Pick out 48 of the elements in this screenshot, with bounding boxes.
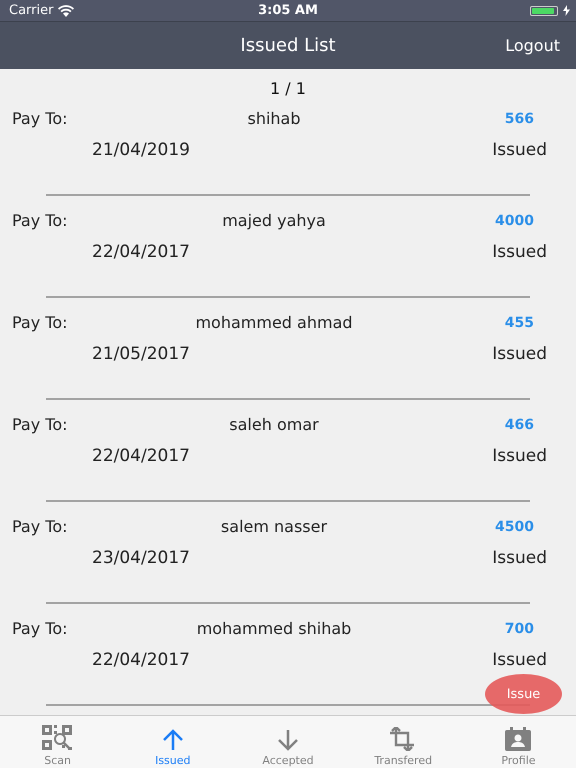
- amount-text: 455: [504, 314, 534, 330]
- payee-name: shihab: [246, 109, 302, 128]
- amount-text: 566: [504, 110, 534, 126]
- payee-name: majed yahya: [221, 211, 327, 230]
- arrow-up-icon: [162, 729, 184, 751]
- arrow-down-icon: [277, 729, 299, 751]
- qr-scan-icon: [42, 725, 74, 751]
- tab-item[interactable]: Transfered: [346, 716, 461, 768]
- pay-to-label: Pay To:: [12, 415, 69, 434]
- payee-name: mohammed shihab: [196, 619, 352, 638]
- tab-item[interactable]: Scan: [0, 716, 116, 768]
- carrier-text: Carrier: [9, 3, 54, 18]
- page-indicator: 1 / 1: [269, 79, 307, 98]
- clock-text: 3:05 AM: [258, 3, 318, 18]
- pay-to-label: Pay To:: [12, 517, 69, 536]
- payee-name: mohammed ahmad: [194, 313, 354, 332]
- wifi-icon: [58, 4, 74, 16]
- tab-item[interactable]: Accepted: [230, 716, 346, 768]
- crop-icon: [390, 727, 416, 751]
- logout-button[interactable]: Logout: [505, 34, 560, 57]
- status-text: Issued: [492, 242, 547, 262]
- pay-to-label: Pay To:: [12, 211, 69, 230]
- pay-to-label: Pay To:: [12, 619, 69, 638]
- battery-icon: [530, 6, 558, 16]
- amount-text: 4500: [495, 518, 534, 534]
- status-text: Issued: [492, 548, 547, 568]
- pay-to-label: Pay To:: [12, 109, 69, 128]
- screen-title: Issued List: [240, 35, 336, 56]
- status-text: Issued: [492, 650, 547, 670]
- tab-item[interactable]: Profile: [460, 716, 576, 768]
- date-text: 21/04/2019: [92, 140, 190, 160]
- payee-name: salem nasser: [220, 517, 328, 536]
- date-text: 22/04/2017: [92, 242, 190, 262]
- tab-item[interactable]: Issued: [115, 716, 230, 768]
- payee-name: saleh omar: [228, 415, 320, 434]
- pay-to-label: Pay To:: [12, 313, 69, 332]
- profile-card-icon: [505, 727, 532, 751]
- date-text: 21/05/2017: [92, 344, 190, 364]
- status-text: Issued: [492, 446, 547, 466]
- amount-text: 4000: [495, 212, 534, 228]
- date-text: 23/04/2017: [92, 548, 190, 568]
- issue-button[interactable]: Issue: [485, 674, 562, 714]
- amount-text: 700: [504, 620, 534, 636]
- status-text: Issued: [492, 344, 547, 364]
- date-text: 22/04/2017: [92, 446, 190, 466]
- status-text: Issued: [492, 140, 547, 160]
- amount-text: 466: [504, 416, 534, 432]
- date-text: 22/04/2017: [92, 650, 190, 670]
